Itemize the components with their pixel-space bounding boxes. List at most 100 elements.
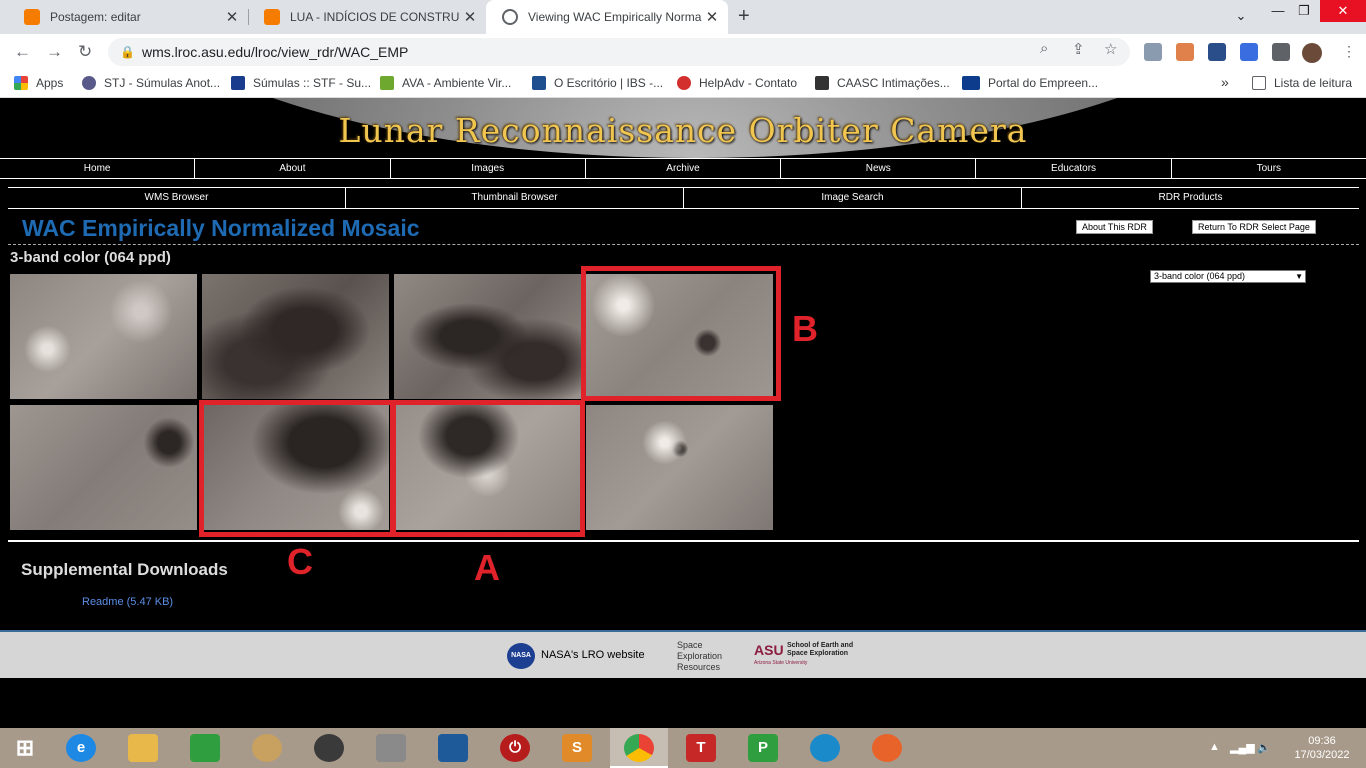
bookmark-apps[interactable]: Apps bbox=[14, 76, 63, 90]
bookmark-ava[interactable]: AVA - Ambiente Vir... bbox=[380, 76, 511, 90]
chrome-icon[interactable] bbox=[624, 734, 654, 762]
readme-link[interactable]: Readme (5.47 KB) bbox=[82, 596, 173, 608]
t-app-icon[interactable]: T bbox=[686, 734, 716, 762]
page-title: WAC Empirically Normalized Mosaic bbox=[22, 215, 420, 241]
back-icon[interactable]: ← bbox=[14, 42, 31, 62]
bookmark-caasc[interactable]: CAASC Intimações... bbox=[815, 76, 950, 90]
tab-search-button[interactable]: ⌄ bbox=[1228, 5, 1254, 27]
extension-star-icon[interactable] bbox=[1176, 43, 1194, 61]
taskbar-clock[interactable]: 09:36 17/03/2022 bbox=[1287, 734, 1357, 762]
bookmark-star-icon[interactable]: ☆ bbox=[1104, 40, 1117, 58]
maximize-button[interactable]: ❐ bbox=[1292, 0, 1316, 22]
highlight-box-c bbox=[199, 400, 395, 537]
reload-icon[interactable]: ↻ bbox=[78, 42, 92, 62]
mosaic-tile-5[interactable] bbox=[10, 405, 197, 530]
web-page: Lunar Reconnaissance Orbiter Camera Home… bbox=[0, 98, 1366, 728]
windows-taskbar: ⊞ e ⏻ S T P ▲ ▂▄▆ 🔈 09:36 17/03/2022 bbox=[0, 728, 1366, 768]
bookmark-stj[interactable]: STJ - Súmulas Anot... bbox=[82, 76, 220, 90]
forward-icon[interactable]: → bbox=[46, 42, 63, 62]
internet-explorer-icon[interactable]: e bbox=[66, 734, 96, 762]
minimize-button[interactable]: — bbox=[1266, 0, 1290, 22]
network-icon[interactable]: ▂▄▆ bbox=[1230, 741, 1255, 754]
nav-image-search[interactable]: Image Search bbox=[683, 188, 1021, 208]
site-title: Lunar Reconnaissance Orbiter Camera bbox=[338, 111, 1028, 150]
mosaic-tile-2[interactable] bbox=[202, 274, 389, 399]
section-divider bbox=[8, 540, 1359, 542]
about-rdr-button[interactable]: About This RDR bbox=[1076, 220, 1153, 234]
tab-lua[interactable]: LUA - INDÍCIOS DE CONSTRUÇÕ ✕ bbox=[248, 0, 486, 34]
share-icon[interactable]: ⇪ bbox=[1072, 40, 1085, 58]
bookmark-stf[interactable]: Súmulas :: STF - Su... bbox=[231, 76, 371, 90]
volume-icon[interactable]: 🔈 bbox=[1257, 741, 1271, 754]
bookmark-helpadv[interactable]: HelpAdv - Contato bbox=[677, 76, 797, 90]
blogger-icon bbox=[264, 9, 280, 25]
resolution-select[interactable]: 3-band color (064 ppd) ▼ bbox=[1150, 270, 1306, 283]
tab-title: Postagem: editar bbox=[50, 10, 141, 24]
space-exploration-link[interactable]: Space Exploration Resources bbox=[677, 640, 737, 673]
blogger-icon bbox=[24, 9, 40, 25]
bookmark-label: O Escritório | IBS -... bbox=[554, 76, 664, 90]
clock-time: 09:36 bbox=[1308, 735, 1336, 747]
nav-rdr-products[interactable]: RDR Products bbox=[1021, 188, 1359, 208]
firefox-icon[interactable] bbox=[872, 734, 902, 762]
nav-thumbnail-browser[interactable]: Thumbnail Browser bbox=[345, 188, 683, 208]
close-tab-icon[interactable]: ✕ bbox=[460, 8, 480, 26]
bookmarks-overflow[interactable]: » bbox=[1221, 74, 1229, 90]
close-tab-icon[interactable]: ✕ bbox=[222, 8, 242, 26]
address-bar[interactable]: 🔒 wms.lroc.asu.edu/lroc/view_rdr/WAC_EMP bbox=[108, 38, 1130, 66]
bookmarks-bar: Apps STJ - Súmulas Anot... Súmulas :: ST… bbox=[0, 70, 1366, 98]
mosaic-tile-1[interactable] bbox=[10, 274, 197, 399]
zoom-icon[interactable]: ⌕ bbox=[1040, 40, 1048, 57]
stf-icon bbox=[231, 76, 245, 90]
nav-images[interactable]: Images bbox=[389, 159, 585, 178]
close-tab-icon[interactable]: ✕ bbox=[702, 8, 722, 26]
nav-wms-browser[interactable]: WMS Browser bbox=[8, 188, 345, 208]
tab-postagem[interactable]: Postagem: editar ✕ bbox=[8, 0, 248, 34]
highlight-box-b bbox=[581, 266, 781, 401]
bookmark-label: AVA - Ambiente Vir... bbox=[402, 76, 512, 90]
puzzle-icon[interactable] bbox=[1272, 43, 1290, 61]
menu-kebab-icon[interactable]: ⋮ bbox=[1340, 43, 1358, 61]
speaker-app-icon[interactable] bbox=[314, 734, 344, 762]
nav-tours[interactable]: Tours bbox=[1170, 159, 1366, 178]
mosaic-tile-8[interactable] bbox=[586, 405, 773, 530]
bookmark-label: Portal do Empreen... bbox=[988, 76, 1099, 90]
p-app-icon[interactable]: P bbox=[748, 734, 778, 762]
bookmark-ibs[interactable]: O Escritório | IBS -... bbox=[532, 76, 663, 90]
page-bottom bbox=[0, 678, 1366, 728]
window-close-button[interactable]: ✕ bbox=[1320, 0, 1366, 22]
return-rdr-button[interactable]: Return To RDR Select Page bbox=[1192, 220, 1316, 234]
edge-icon[interactable] bbox=[810, 734, 840, 762]
extension-app-icon[interactable] bbox=[1208, 43, 1226, 61]
heart-icon bbox=[677, 76, 691, 90]
primary-nav: Home About Images Archive News Educators… bbox=[0, 158, 1366, 179]
settings-app-icon[interactable] bbox=[438, 734, 468, 762]
tab-wac-active[interactable]: Viewing WAC Empirically Norma ✕ bbox=[486, 0, 728, 34]
windows-start-icon[interactable]: ⊞ bbox=[10, 734, 40, 762]
show-hidden-icons[interactable]: ▲ bbox=[1209, 741, 1220, 753]
extension-calendar-icon[interactable] bbox=[1240, 43, 1258, 61]
file-explorer-icon[interactable] bbox=[128, 734, 158, 762]
new-tab-button[interactable]: + bbox=[738, 5, 750, 28]
mosaic-tile-3[interactable] bbox=[394, 274, 581, 399]
reading-list[interactable]: Lista de leitura bbox=[1252, 76, 1352, 90]
bookmark-portal[interactable]: Portal do Empreen... bbox=[962, 76, 1098, 90]
store-icon[interactable] bbox=[190, 734, 220, 762]
bookmark-label: STJ - Súmulas Anot... bbox=[104, 76, 221, 90]
nav-home[interactable]: Home bbox=[0, 159, 194, 178]
bookmark-label: HelpAdv - Contato bbox=[699, 76, 798, 90]
nasa-logo[interactable]: NASA bbox=[507, 643, 535, 669]
nav-educators[interactable]: Educators bbox=[975, 159, 1170, 178]
nav-archive[interactable]: Archive bbox=[584, 159, 780, 178]
s-app-icon[interactable]: S bbox=[562, 734, 592, 762]
power-app-icon[interactable]: ⏻ bbox=[500, 734, 530, 762]
app-gear-icon[interactable] bbox=[252, 734, 282, 762]
avatar[interactable] bbox=[1302, 43, 1322, 63]
dropbox-icon[interactable] bbox=[1144, 43, 1162, 61]
annotation-label-b: B bbox=[792, 308, 818, 349]
nav-news[interactable]: News bbox=[780, 159, 975, 178]
asu-logo[interactable]: ASU bbox=[754, 642, 784, 658]
nav-about[interactable]: About bbox=[194, 159, 389, 178]
nasa-lro-link[interactable]: NASA's LRO website bbox=[541, 649, 645, 661]
doc-app-icon[interactable] bbox=[376, 734, 406, 762]
